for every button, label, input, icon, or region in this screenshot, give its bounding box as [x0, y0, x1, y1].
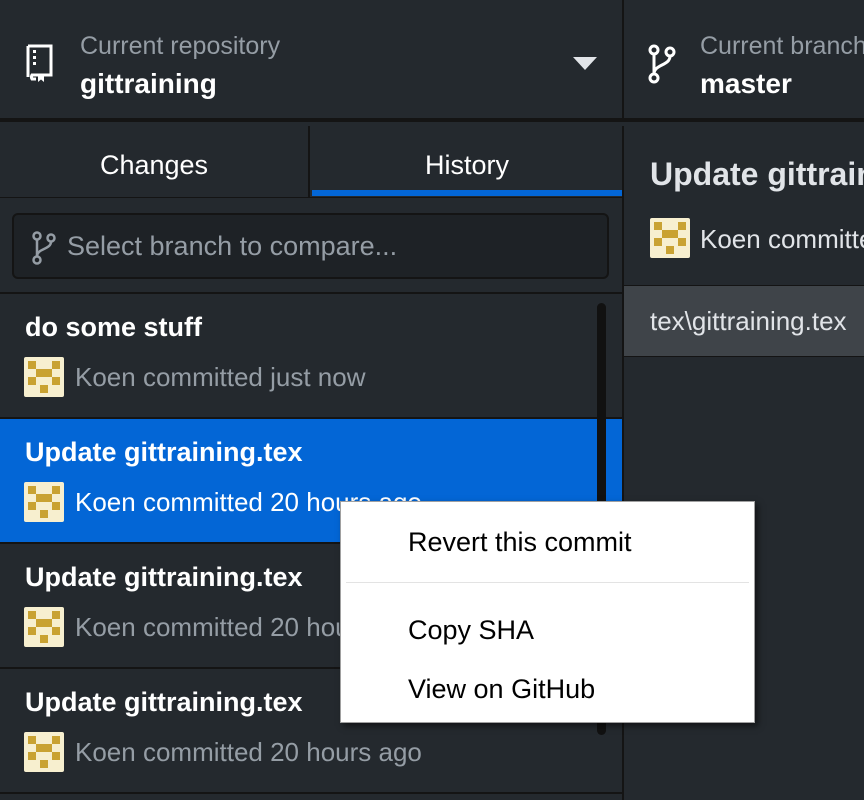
commit-title: Update gittraining.tex: [25, 562, 303, 592]
compare-branch-box[interactable]: [12, 213, 609, 279]
commit-meta: Koen committed just now: [75, 362, 366, 392]
commit-title: Update gittraining.tex: [25, 687, 303, 717]
commit-context-menu: Revert this commit Copy SHA View on GitH…: [340, 501, 755, 723]
avatar: [24, 357, 64, 397]
tab-bar: Changes History: [0, 126, 622, 198]
current-branch-dropdown[interactable]: Current branch master: [624, 0, 864, 122]
commit-title: Update gittraining.tex: [25, 437, 303, 467]
git-branch-icon: [648, 44, 676, 84]
repository-name: gittraining: [80, 68, 217, 99]
repo-icon: [26, 44, 53, 82]
commit-details-meta: Koen committed 20 hours ago: [700, 224, 864, 254]
compare-branch-input[interactable]: [67, 223, 587, 269]
commit-details-title: Update gittraining.tex: [650, 156, 864, 192]
repository-label: Current repository: [80, 32, 281, 60]
current-repository-dropdown[interactable]: Current repository gittraining: [0, 0, 622, 122]
chevron-down-icon: [573, 57, 597, 70]
avatar: [24, 732, 64, 772]
tab-changes[interactable]: Changes: [0, 126, 310, 198]
menu-item-revert-commit[interactable]: Revert this commit: [341, 517, 754, 567]
commit-meta: Koen committed 20 hours ago: [75, 737, 422, 767]
changed-file-name: tex\gittraining.tex: [650, 306, 847, 336]
tab-history[interactable]: History: [312, 126, 622, 198]
menu-item-copy-sha[interactable]: Copy SHA: [341, 605, 754, 655]
commit-title: do some stuff: [25, 312, 203, 342]
commit-item[interactable]: do some stuff Koen committed just now: [0, 294, 622, 419]
active-tab-indicator: [312, 190, 622, 196]
menu-separator: [346, 582, 749, 583]
avatar: [24, 607, 64, 647]
changed-file-item[interactable]: tex\gittraining.tex: [624, 285, 864, 357]
branch-name: master: [700, 68, 792, 99]
toolbar: Current repository gittraining Current b…: [0, 0, 864, 122]
avatar: [24, 482, 64, 522]
branch-label: Current branch: [700, 32, 864, 60]
avatar: [650, 218, 690, 258]
git-branch-icon: [32, 231, 56, 265]
compare-bar: [0, 198, 622, 294]
menu-item-view-on-github[interactable]: View on GitHub: [341, 664, 754, 714]
